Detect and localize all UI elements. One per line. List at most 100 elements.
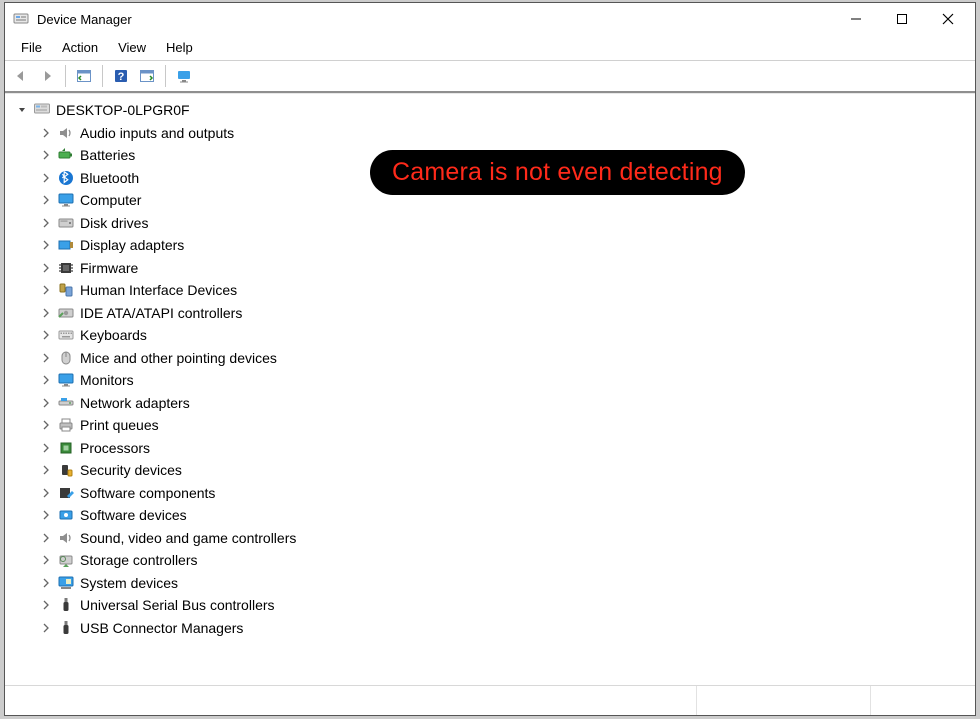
- security-icon: [57, 461, 75, 479]
- tree-category-label: Universal Serial Bus controllers: [80, 597, 275, 613]
- statusbar-cell: [5, 686, 697, 715]
- monitor-icon: [57, 191, 75, 209]
- tree-category-label: Batteries: [80, 147, 135, 163]
- chevron-right-icon[interactable]: [39, 171, 53, 185]
- tree-root-node[interactable]: DESKTOP-0LPGR0F: [15, 99, 975, 122]
- menu-help[interactable]: Help: [156, 37, 203, 58]
- chevron-right-icon[interactable]: [39, 418, 53, 432]
- chevron-right-icon[interactable]: [39, 283, 53, 297]
- tree-category[interactable]: Print queues: [15, 414, 975, 437]
- tree-category-label: Processors: [80, 440, 150, 456]
- tree-category-label: Monitors: [80, 372, 134, 388]
- storage-icon: [57, 551, 75, 569]
- disk-icon: [57, 214, 75, 232]
- tree-category[interactable]: Disk drives: [15, 212, 975, 235]
- tree-root-label: DESKTOP-0LPGR0F: [56, 102, 190, 118]
- tree-category-label: Network adapters: [80, 395, 190, 411]
- battery-icon: [57, 146, 75, 164]
- menu-action[interactable]: Action: [52, 37, 108, 58]
- chevron-right-icon[interactable]: [39, 508, 53, 522]
- soft-comp-icon: [57, 484, 75, 502]
- tree-category-label: Computer: [80, 192, 141, 208]
- tree-category[interactable]: Network adapters: [15, 392, 975, 415]
- chevron-right-icon[interactable]: [39, 486, 53, 500]
- menu-view[interactable]: View: [108, 37, 156, 58]
- tree-category[interactable]: Storage controllers: [15, 549, 975, 572]
- tree-category-label: Software devices: [80, 507, 187, 523]
- monitor-icon[interactable]: [172, 64, 196, 88]
- statusbar-cell: [697, 686, 871, 715]
- tree-category[interactable]: Keyboards: [15, 324, 975, 347]
- bluetooth-icon: [57, 169, 75, 187]
- chevron-down-icon[interactable]: [15, 103, 29, 117]
- tree-category[interactable]: System devices: [15, 572, 975, 595]
- tree-category[interactable]: Security devices: [15, 459, 975, 482]
- speaker-icon: [57, 124, 75, 142]
- chevron-right-icon[interactable]: [39, 621, 53, 635]
- show-hide-tree-icon[interactable]: [72, 64, 96, 88]
- toolbar-separator: [65, 65, 66, 87]
- chevron-right-icon[interactable]: [39, 193, 53, 207]
- computer-icon: [33, 101, 51, 119]
- chevron-right-icon[interactable]: [39, 328, 53, 342]
- tree-category[interactable]: USB Connector Managers: [15, 617, 975, 640]
- tree-category[interactable]: IDE ATA/ATAPI controllers: [15, 302, 975, 325]
- system-icon: [57, 574, 75, 592]
- chevron-right-icon[interactable]: [39, 531, 53, 545]
- tree-category[interactable]: Universal Serial Bus controllers: [15, 594, 975, 617]
- annotation-text: Camera is not even detecting: [392, 158, 723, 186]
- statusbar-cell: [871, 686, 975, 715]
- minimize-button[interactable]: [833, 4, 879, 34]
- help-icon[interactable]: [109, 64, 133, 88]
- chevron-right-icon[interactable]: [39, 216, 53, 230]
- menu-file[interactable]: File: [11, 37, 52, 58]
- chevron-right-icon[interactable]: [39, 441, 53, 455]
- tree-category[interactable]: Display adapters: [15, 234, 975, 257]
- hid-icon: [57, 281, 75, 299]
- toolbar-separator: [102, 65, 103, 87]
- tree-category[interactable]: Monitors: [15, 369, 975, 392]
- chevron-right-icon[interactable]: [39, 261, 53, 275]
- forward-icon[interactable]: [35, 64, 59, 88]
- tree-category[interactable]: Software devices: [15, 504, 975, 527]
- tree-category[interactable]: Processors: [15, 437, 975, 460]
- chevron-right-icon[interactable]: [39, 148, 53, 162]
- tree-category-label: Storage controllers: [80, 552, 198, 568]
- back-icon[interactable]: [9, 64, 33, 88]
- device-manager-window: Device Manager File Action View Help DES…: [4, 2, 976, 716]
- monitor-icon: [57, 371, 75, 389]
- chevron-right-icon[interactable]: [39, 351, 53, 365]
- chevron-right-icon[interactable]: [39, 238, 53, 252]
- chevron-right-icon[interactable]: [39, 396, 53, 410]
- tree-category-label: Sound, video and game controllers: [80, 530, 296, 546]
- chevron-right-icon[interactable]: [39, 463, 53, 477]
- maximize-button[interactable]: [879, 4, 925, 34]
- chevron-right-icon[interactable]: [39, 306, 53, 320]
- chevron-right-icon[interactable]: [39, 598, 53, 612]
- close-button[interactable]: [925, 4, 971, 34]
- window-title: Device Manager: [37, 12, 833, 27]
- chevron-right-icon[interactable]: [39, 373, 53, 387]
- scan-hardware-icon[interactable]: [135, 64, 159, 88]
- usb-icon: [57, 619, 75, 637]
- tree-category[interactable]: Audio inputs and outputs: [15, 122, 975, 145]
- statusbar: [5, 685, 975, 715]
- tree-category[interactable]: Human Interface Devices: [15, 279, 975, 302]
- chevron-right-icon[interactable]: [39, 576, 53, 590]
- display-adapter-icon: [57, 236, 75, 254]
- chevron-right-icon[interactable]: [39, 126, 53, 140]
- soft-dev-icon: [57, 506, 75, 524]
- chevron-right-icon[interactable]: [39, 553, 53, 567]
- printer-icon: [57, 416, 75, 434]
- tree-category-label: Disk drives: [80, 215, 148, 231]
- toolbar: [5, 61, 975, 93]
- tree-category-label: IDE ATA/ATAPI controllers: [80, 305, 242, 321]
- tree-category[interactable]: Firmware: [15, 257, 975, 280]
- tree-category-label: Audio inputs and outputs: [80, 125, 234, 141]
- tree-category[interactable]: Mice and other pointing devices: [15, 347, 975, 370]
- tree-category-label: System devices: [80, 575, 178, 591]
- tree-category-label: Display adapters: [80, 237, 184, 253]
- usb-icon: [57, 596, 75, 614]
- tree-category[interactable]: Sound, video and game controllers: [15, 527, 975, 550]
- tree-category[interactable]: Software components: [15, 482, 975, 505]
